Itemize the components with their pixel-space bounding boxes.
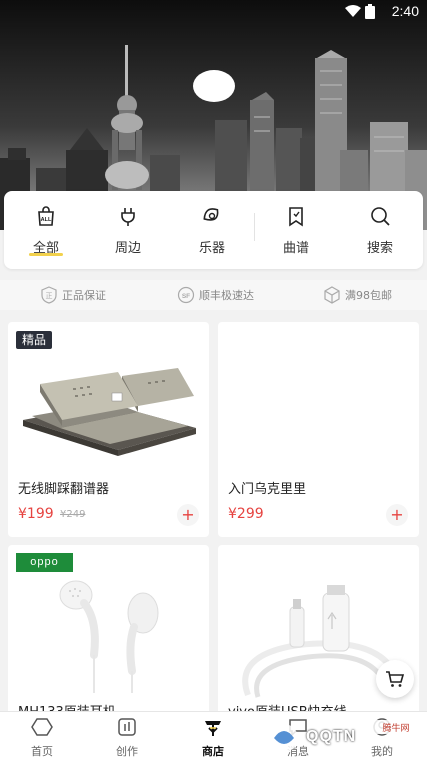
product-card[interactable]: 入门乌克里里 ¥299 + bbox=[218, 322, 419, 537]
create-icon bbox=[118, 718, 136, 736]
home-hexagon-icon bbox=[31, 718, 53, 736]
product-price: ¥299 bbox=[228, 506, 264, 522]
product-price: ¥199 bbox=[18, 506, 54, 522]
feature-free-shipping: 满98包邮 bbox=[323, 286, 392, 304]
category-bar: ALL 全部 周边 乐器 曲谱 搜索 bbox=[4, 191, 423, 269]
earphones-image bbox=[59, 580, 159, 693]
bookmark-icon bbox=[289, 207, 303, 227]
service-features: 正 正品保证 SF 顺丰极速达 满98包邮 bbox=[0, 280, 427, 310]
shop-icon bbox=[205, 721, 221, 736]
add-to-cart-button[interactable]: + bbox=[177, 504, 199, 526]
svg-text:ALL: ALL bbox=[41, 217, 52, 223]
nav-label: 首页 bbox=[31, 745, 53, 758]
category-label: 乐器 bbox=[198, 241, 225, 256]
category-divider bbox=[254, 213, 255, 241]
category-label: 曲谱 bbox=[282, 241, 309, 256]
status-bar: 2:40 bbox=[0, 0, 427, 24]
feature-label: 顺丰极速达 bbox=[199, 289, 254, 302]
box-icon bbox=[324, 286, 340, 304]
premium-tag: 精品 bbox=[16, 331, 53, 349]
nav-shop[interactable]: 商店 bbox=[183, 716, 243, 759]
nav-create[interactable]: 创作 bbox=[97, 716, 157, 759]
guitar-pick-icon bbox=[203, 208, 219, 221]
feature-sf-express: SF 顺丰极速达 bbox=[177, 286, 254, 304]
status-time: 2:40 bbox=[391, 3, 419, 19]
plug-icon bbox=[121, 208, 135, 226]
category-instruments[interactable]: 乐器 bbox=[182, 205, 242, 256]
add-to-cart-button[interactable]: + bbox=[386, 504, 408, 526]
category-label: 周边 bbox=[114, 241, 141, 256]
product-card[interactable]: 精品 无线脚踩翻谱器 ¥199 ¥249 + bbox=[8, 322, 209, 537]
product-card[interactable]: oppo MH133原装耳机 bbox=[8, 545, 209, 720]
watermark-subtext: 腾牛网 bbox=[382, 722, 409, 734]
category-search[interactable]: 搜索 bbox=[350, 205, 410, 256]
category-sheet-music[interactable]: 曲谱 bbox=[266, 205, 326, 256]
page-turner-pedal-image bbox=[23, 368, 196, 456]
category-merch[interactable]: 周边 bbox=[98, 205, 158, 256]
sf-icon: SF bbox=[177, 286, 195, 304]
feature-label: 正品保证 bbox=[62, 289, 106, 302]
shield-check-icon: 正 bbox=[41, 286, 57, 304]
wifi-icon bbox=[345, 5, 361, 17]
cart-icon bbox=[386, 671, 405, 687]
svg-text:正: 正 bbox=[46, 292, 53, 300]
cart-button[interactable] bbox=[376, 660, 414, 698]
watermark-text: QQTN bbox=[306, 728, 357, 745]
product-name: 无线脚踩翻谱器 bbox=[18, 482, 110, 497]
all-bag-icon: ALL bbox=[38, 206, 54, 226]
category-all[interactable]: ALL 全部 bbox=[16, 205, 76, 256]
brand-logo-oppo: oppo bbox=[16, 553, 73, 572]
product-name: 入门乌克里里 bbox=[228, 482, 307, 497]
feature-genuine: 正 正品保证 bbox=[40, 286, 106, 304]
feature-label: 满98包邮 bbox=[345, 289, 392, 302]
category-label: 搜索 bbox=[366, 241, 393, 256]
svg-text:SF: SF bbox=[182, 293, 190, 300]
product-original-price: ¥249 bbox=[60, 509, 86, 520]
nav-home[interactable]: 首页 bbox=[12, 716, 72, 759]
nav-label: 创作 bbox=[116, 745, 138, 758]
nav-label: 商店 bbox=[202, 745, 224, 758]
battery-icon bbox=[365, 4, 375, 19]
search-icon bbox=[371, 207, 390, 226]
active-category-indicator bbox=[29, 253, 63, 256]
